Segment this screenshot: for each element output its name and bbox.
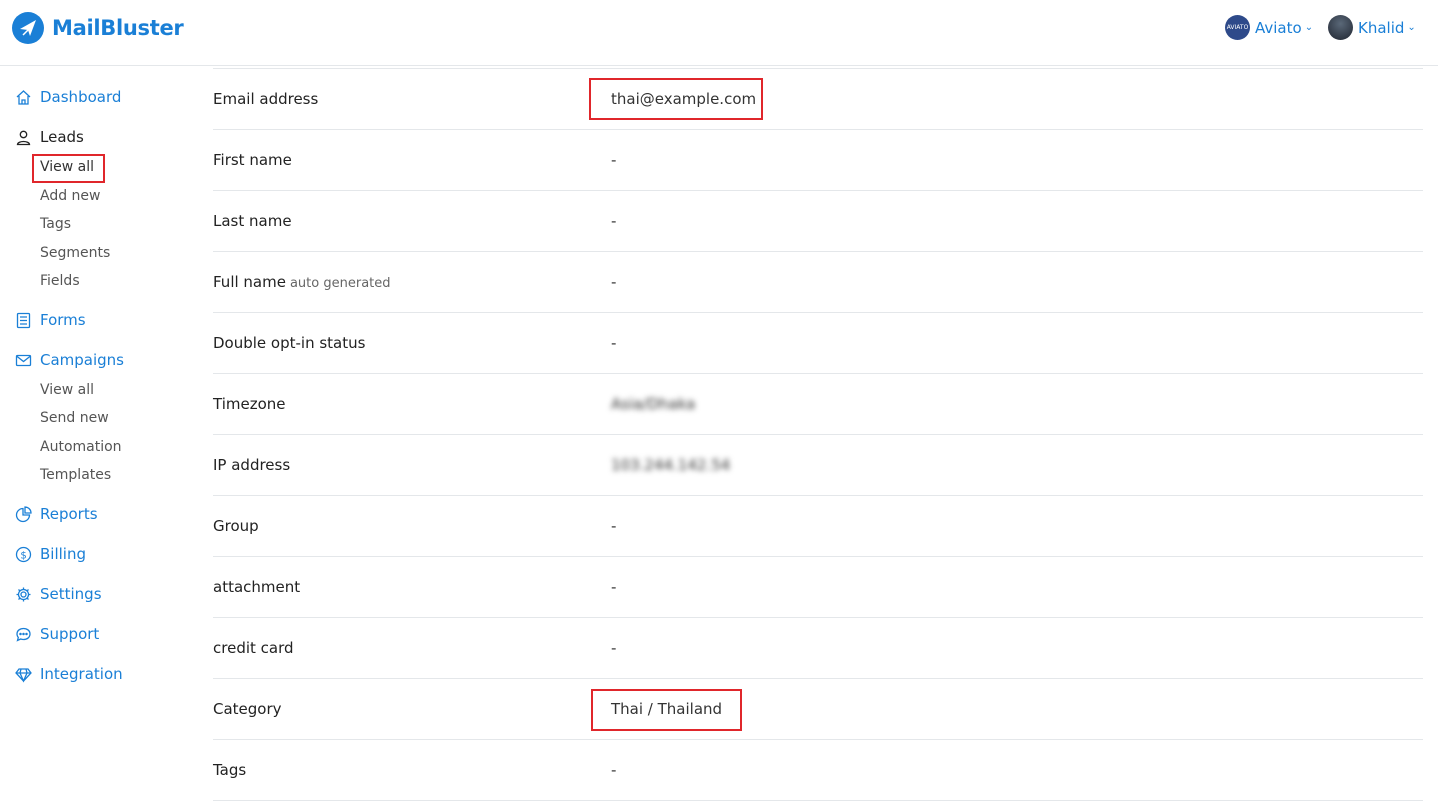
sidebar-subitem-campaigns-send-new[interactable]: Send new	[40, 410, 109, 426]
sidebar-item-campaigns[interactable]: Campaigns	[14, 351, 124, 369]
diamond-icon	[14, 665, 32, 683]
user-icon	[14, 128, 32, 146]
highlight-box-category	[591, 689, 742, 731]
field-label: credit card	[213, 639, 294, 657]
table-row: Full name auto generated -	[213, 252, 1423, 313]
sidebar-item-label: Leads	[40, 128, 84, 146]
field-value: -	[611, 334, 617, 352]
field-value: 103.244.142.54	[611, 456, 731, 474]
table-row: attachment -	[213, 557, 1423, 618]
user-name: Khalid	[1358, 18, 1405, 37]
field-value: -	[611, 517, 617, 535]
envelope-icon	[14, 351, 32, 369]
sidebar-item-settings[interactable]: Settings	[14, 585, 102, 603]
table-row: Timezone Asia/Dhaka	[213, 374, 1423, 435]
sidebar-item-label: Forms	[40, 311, 86, 329]
sidebar-subitem-campaigns-automation[interactable]: Automation	[40, 439, 122, 455]
field-value: -	[611, 639, 617, 657]
field-label: Tags	[213, 761, 247, 779]
sidebar-item-forms[interactable]: Forms	[14, 311, 86, 329]
highlight-box-email	[589, 78, 763, 120]
table-row: Group -	[213, 496, 1423, 557]
account-name: Aviato	[1255, 18, 1302, 37]
sidebar-item-dashboard[interactable]: Dashboard	[14, 88, 121, 106]
avatar	[1328, 15, 1353, 40]
form-icon	[14, 311, 32, 329]
field-label-aux: auto generated	[289, 276, 391, 291]
field-value: -	[611, 761, 617, 779]
field-label: First name	[213, 151, 292, 169]
dollar-icon: $	[14, 545, 32, 563]
field-label: Email address	[213, 90, 319, 108]
field-label-text: Full name	[213, 273, 286, 291]
table-row: Double opt-in status -	[213, 313, 1423, 374]
table-row: credit card -	[213, 618, 1423, 679]
table-row: Last name -	[213, 191, 1423, 252]
sidebar-subitem-leads-fields[interactable]: Fields	[40, 273, 80, 289]
sidebar-item-label: Reports	[40, 505, 98, 523]
field-label: attachment	[213, 578, 301, 596]
sidebar-subitem-leads-segments[interactable]: Segments	[40, 245, 110, 261]
sidebar-subitem-campaigns-view-all[interactable]: View all	[40, 382, 94, 398]
chat-bubble-icon	[14, 625, 32, 643]
field-value: Asia/Dhaka	[611, 395, 696, 413]
sidebar-subitem-leads-add-new[interactable]: Add new	[40, 188, 101, 204]
header-divider	[0, 65, 1438, 66]
field-value: -	[611, 151, 617, 169]
sidebar-subitem-leads-tags[interactable]: Tags	[40, 216, 71, 232]
field-value: -	[611, 212, 617, 230]
highlight-box-view-all	[32, 154, 105, 183]
sidebar-item-label: Dashboard	[40, 88, 122, 106]
account-switcher-aviato[interactable]: AVIATO Aviato ⌄	[1225, 15, 1313, 40]
sidebar-item-leads[interactable]: Leads	[14, 128, 84, 146]
field-label: Full name auto generated	[213, 273, 391, 291]
top-bar: MailBluster AVIATO Aviato ⌄ Khalid ⌄	[0, 0, 1438, 58]
field-label: Category	[213, 700, 282, 718]
brand[interactable]: MailBluster	[12, 12, 184, 44]
sidebar-item-label: Campaigns	[40, 351, 125, 369]
sidebar-item-label: Settings	[40, 585, 102, 603]
sidebar-item-label: Support	[40, 625, 100, 643]
sidebar-item-billing[interactable]: $ Billing	[14, 545, 86, 563]
sidebar-item-reports[interactable]: Reports	[14, 505, 98, 523]
table-row: Category Thai / Thailand	[213, 679, 1423, 740]
sidebar-item-label: Integration	[40, 665, 123, 683]
field-label: Group	[213, 517, 259, 535]
aviato-avatar: AVIATO	[1225, 15, 1250, 40]
sidebar-item-label: Billing	[40, 545, 86, 563]
table-row: First name -	[213, 130, 1423, 191]
brand-name: MailBluster	[52, 16, 184, 40]
sidebar-subitem-campaigns-templates[interactable]: Templates	[40, 467, 111, 483]
pie-chart-icon	[14, 505, 32, 523]
chevron-down-icon: ⌄	[1304, 22, 1314, 33]
field-label: Double opt-in status	[213, 334, 366, 352]
home-icon	[14, 88, 32, 106]
sidebar-item-integration[interactable]: Integration	[14, 665, 123, 683]
field-value: -	[611, 578, 617, 596]
field-label: IP address	[213, 456, 291, 474]
table-row: IP address 103.244.142.54	[213, 435, 1423, 496]
field-label: Timezone	[213, 395, 286, 413]
field-value: -	[611, 273, 617, 291]
field-label: Last name	[213, 212, 292, 230]
table-row: Tags -	[213, 740, 1423, 801]
chevron-down-icon: ⌄	[1407, 22, 1416, 33]
table-row: Email address thai@example.com	[213, 69, 1423, 130]
sidebar-item-support[interactable]: Support	[14, 625, 99, 643]
gear-icon	[14, 585, 32, 603]
user-menu-khalid[interactable]: Khalid ⌄	[1328, 15, 1416, 40]
logo-icon	[12, 12, 44, 44]
svg-text:$: $	[20, 550, 26, 561]
